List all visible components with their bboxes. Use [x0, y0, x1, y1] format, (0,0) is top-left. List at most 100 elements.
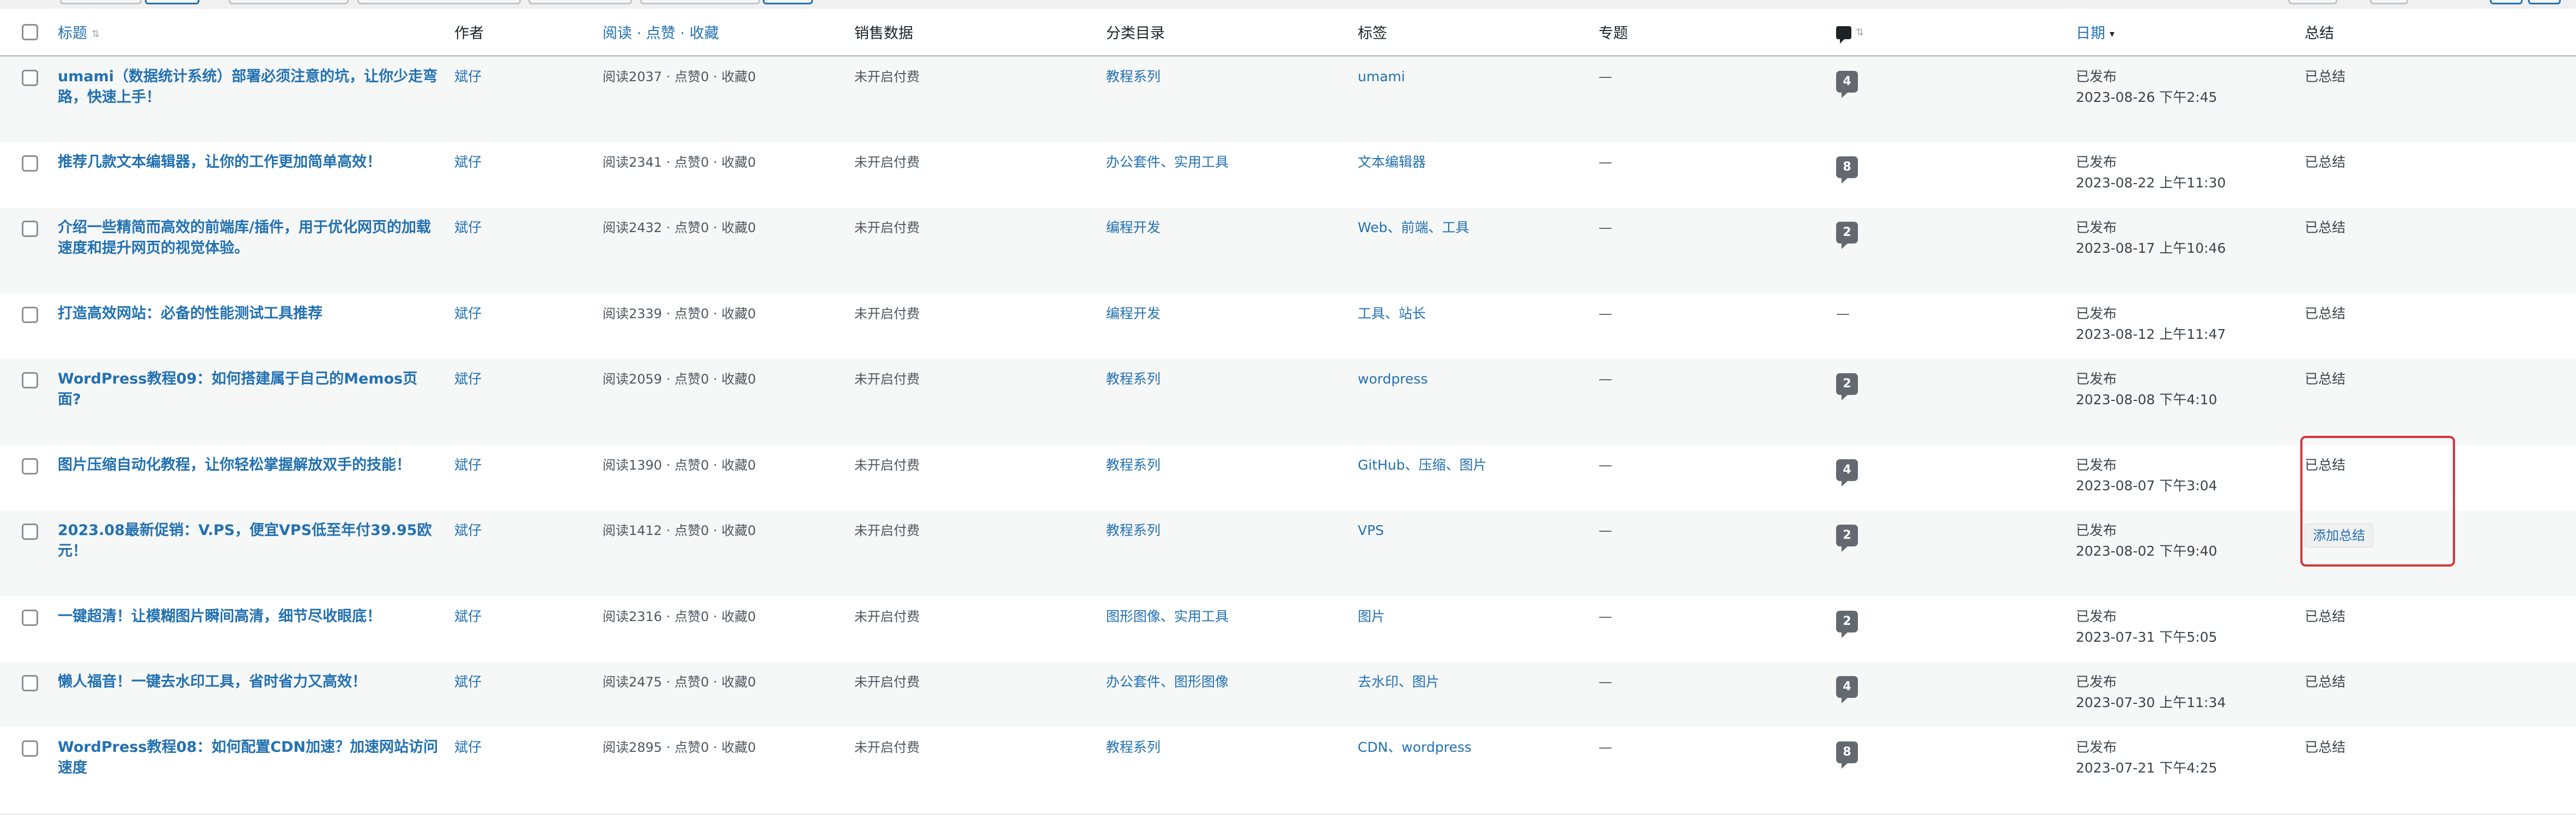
author-link[interactable]: 斌仔 — [454, 306, 482, 321]
category-links[interactable]: 教程系列 — [1106, 69, 1161, 84]
row-checkbox[interactable] — [22, 674, 38, 691]
toolbar-button[interactable] — [229, 0, 349, 4]
tag-links[interactable]: 文本编辑器 — [1358, 154, 1426, 170]
tag-links[interactable]: CDN、wordpress — [1358, 739, 1472, 755]
date-sort-link[interactable]: 日期 — [2076, 25, 2105, 42]
comment-count-bubble[interactable]: 8 — [1836, 156, 1858, 184]
category-links[interactable]: 教程系列 — [1106, 522, 1161, 538]
title-cell: 图片压缩自动化教程，让你轻松掌握解放双手的技能！ — [54, 445, 451, 510]
author-link[interactable]: 斌仔 — [454, 69, 482, 84]
toolbar-button[interactable] — [60, 0, 142, 4]
toolbar-button[interactable] — [640, 0, 760, 4]
tag-links[interactable]: wordpress — [1358, 371, 1427, 387]
post-title-link[interactable]: umami（数据统计系统）部署必须注意的坑，让你少走弯路，快速上手！ — [58, 66, 439, 108]
sales-cell: 未开启付费 — [851, 207, 1103, 294]
tag-links[interactable]: VPS — [1358, 522, 1384, 538]
post-stats: 阅读2037 · 点赞0 · 收藏0 — [603, 69, 756, 84]
table-row: 打造高效网站：必备的性能测试工具推荐 斌仔 阅读2339 · 点赞0 · 收藏0 未开… — [0, 293, 2576, 359]
comment-count-bubble[interactable]: 4 — [1836, 459, 1858, 486]
toolbar-button[interactable] — [2528, 0, 2561, 4]
tag-links[interactable]: 去水印、图片 — [1358, 674, 1439, 690]
sort-arrows-icon[interactable]: ⇅ — [1856, 27, 1864, 37]
author-link[interactable]: 斌仔 — [454, 739, 482, 755]
post-title-link[interactable]: 一键超清！让模糊图片瞬间高清，细节尽收眼底！ — [58, 606, 439, 627]
toolbar-button[interactable] — [145, 0, 199, 4]
row-checkbox[interactable] — [22, 220, 38, 237]
categories-cell: 办公套件、图形图像 — [1103, 661, 1354, 727]
author-link[interactable]: 斌仔 — [454, 220, 482, 235]
title-sort-link[interactable]: 标题 — [58, 25, 87, 42]
post-date: 2023-08-17 上午10:46 — [2076, 240, 2226, 256]
post-title-link[interactable]: WordPress教程08：如何配置CDN加速？加速网站访问速度 — [58, 737, 439, 778]
author-link[interactable]: 斌仔 — [454, 457, 482, 473]
tag-links[interactable]: umami — [1358, 69, 1405, 84]
category-links[interactable]: 教程系列 — [1106, 457, 1161, 473]
comment-count-bubble[interactable]: 2 — [1836, 221, 1858, 249]
post-status: 已发布 — [2076, 219, 2117, 235]
category-links[interactable]: 教程系列 — [1106, 739, 1161, 755]
row-checkbox[interactable] — [22, 155, 38, 172]
post-title-link[interactable]: 打造高效网站：必备的性能测试工具推荐 — [58, 303, 439, 324]
category-links[interactable]: 图形图像、实用工具 — [1106, 609, 1229, 624]
topic-cell: — — [1595, 293, 1833, 359]
toolbar-button[interactable] — [2370, 0, 2408, 4]
post-stats: 阅读2059 · 点赞0 · 收藏0 — [603, 371, 756, 387]
comment-count-bubble[interactable]: 2 — [1836, 610, 1858, 638]
topic-cell: — — [1595, 445, 1833, 510]
toolbar-button[interactable] — [528, 0, 632, 4]
post-title-link[interactable]: 推荐几款文本编辑器，让你的工作更加简单高效！ — [58, 152, 439, 173]
row-checkbox[interactable] — [22, 609, 38, 626]
tag-links[interactable]: 图片 — [1358, 609, 1385, 624]
comment-count-bubble[interactable]: 4 — [1836, 676, 1858, 703]
sales-status: 未开启付费 — [854, 457, 920, 473]
post-title-link[interactable]: 介绍一些精简而高效的前端库/插件，用于优化网页的加载速度和提升网页的视觉体验。 — [58, 217, 439, 259]
column-date[interactable]: 日期 ▾ — [2073, 9, 2301, 57]
category-links[interactable]: 编程开发 — [1106, 220, 1161, 235]
add-summary-button[interactable]: 添加总结 — [2305, 523, 2373, 548]
row-checkbox[interactable] — [22, 523, 38, 540]
row-checkbox[interactable] — [22, 70, 38, 86]
post-title-link[interactable]: 懒人福音！一键去水印工具，省时省力又高效！ — [58, 672, 439, 692]
author-link[interactable]: 斌仔 — [454, 522, 482, 538]
comment-count-bubble[interactable]: 2 — [1836, 373, 1858, 400]
views-sort-link[interactable]: 阅读 · 点赞 · 收藏 — [603, 25, 719, 42]
post-stats: 阅读2341 · 点赞0 · 收藏0 — [603, 154, 756, 170]
tag-links[interactable]: Web、前端、工具 — [1358, 220, 1469, 235]
row-select-cell — [0, 142, 54, 208]
toolbar-button[interactable] — [2288, 0, 2337, 4]
author-link[interactable]: 斌仔 — [454, 674, 482, 690]
row-checkbox[interactable] — [22, 458, 38, 475]
row-checkbox[interactable] — [22, 306, 38, 323]
toolbar-button[interactable] — [2490, 0, 2523, 4]
tag-links[interactable]: GitHub、压缩、图片 — [1358, 457, 1487, 473]
author-link[interactable]: 斌仔 — [454, 609, 482, 624]
comment-count-bubble[interactable]: 4 — [1836, 71, 1858, 98]
post-stats: 阅读2895 · 点赞0 · 收藏0 — [603, 739, 756, 755]
category-links[interactable]: 办公套件、实用工具 — [1106, 154, 1229, 170]
toolbar-button[interactable] — [357, 0, 521, 4]
summary-cell: 已总结 — [2301, 445, 2576, 510]
row-select-cell — [0, 207, 54, 294]
column-views[interactable]: 阅读 · 点赞 · 收藏 — [599, 9, 851, 57]
comment-count-bubble[interactable]: 2 — [1836, 524, 1858, 552]
comment-count-bubble[interactable]: 8 — [1836, 741, 1858, 769]
category-links[interactable]: 办公套件、图形图像 — [1106, 674, 1229, 690]
sales-cell: 未开启付费 — [851, 358, 1103, 445]
category-links[interactable]: 教程系列 — [1106, 371, 1161, 387]
summary-status: 已总结 — [2305, 69, 2346, 84]
row-checkbox[interactable] — [22, 740, 38, 757]
author-link[interactable]: 斌仔 — [454, 154, 482, 170]
post-status: 已发布 — [2076, 739, 2117, 755]
post-title-link[interactable]: 图片压缩自动化教程，让你轻松掌握解放双手的技能！ — [58, 455, 439, 476]
post-title-link[interactable]: 2023.08最新促销：V.PS，便宜VPS低至年付39.95欧元！ — [58, 520, 439, 562]
column-title[interactable]: 标题 ⇅ — [54, 9, 451, 57]
category-links[interactable]: 编程开发 — [1106, 306, 1161, 321]
row-checkbox[interactable] — [22, 372, 38, 388]
select-all-checkbox[interactable] — [22, 23, 38, 40]
column-comments[interactable]: ⇅ — [1833, 9, 2073, 57]
stats-cell: 阅读1390 · 点赞0 · 收藏0 — [599, 445, 851, 510]
toolbar-button[interactable] — [763, 0, 813, 4]
tag-links[interactable]: 工具、站长 — [1358, 306, 1426, 321]
post-title-link[interactable]: WordPress教程09：如何搭建属于自己的Memos页面? — [58, 369, 439, 410]
author-link[interactable]: 斌仔 — [454, 371, 482, 387]
